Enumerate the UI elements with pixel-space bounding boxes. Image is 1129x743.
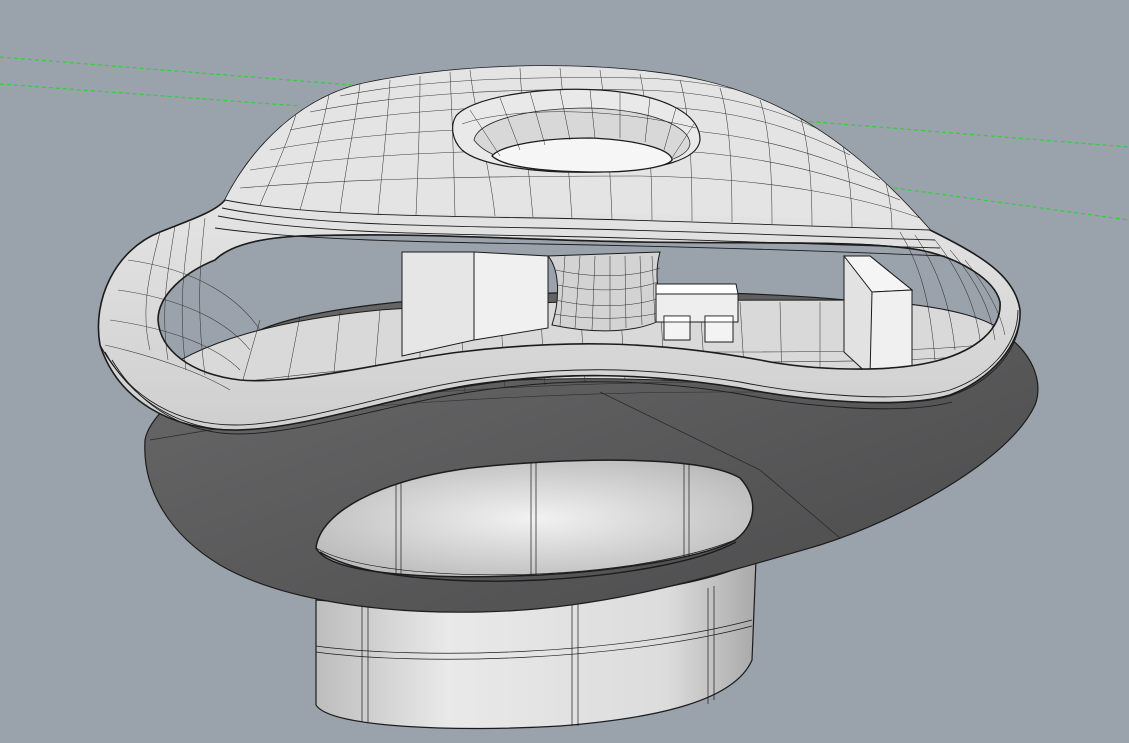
roof-oculus[interactable] xyxy=(452,88,701,173)
viewport-canvas[interactable] xyxy=(0,0,1129,743)
central-hourglass-column[interactable] xyxy=(546,251,666,332)
rhino-perspective-viewport[interactable] xyxy=(0,0,1129,743)
interior-block-right[interactable] xyxy=(842,255,914,377)
